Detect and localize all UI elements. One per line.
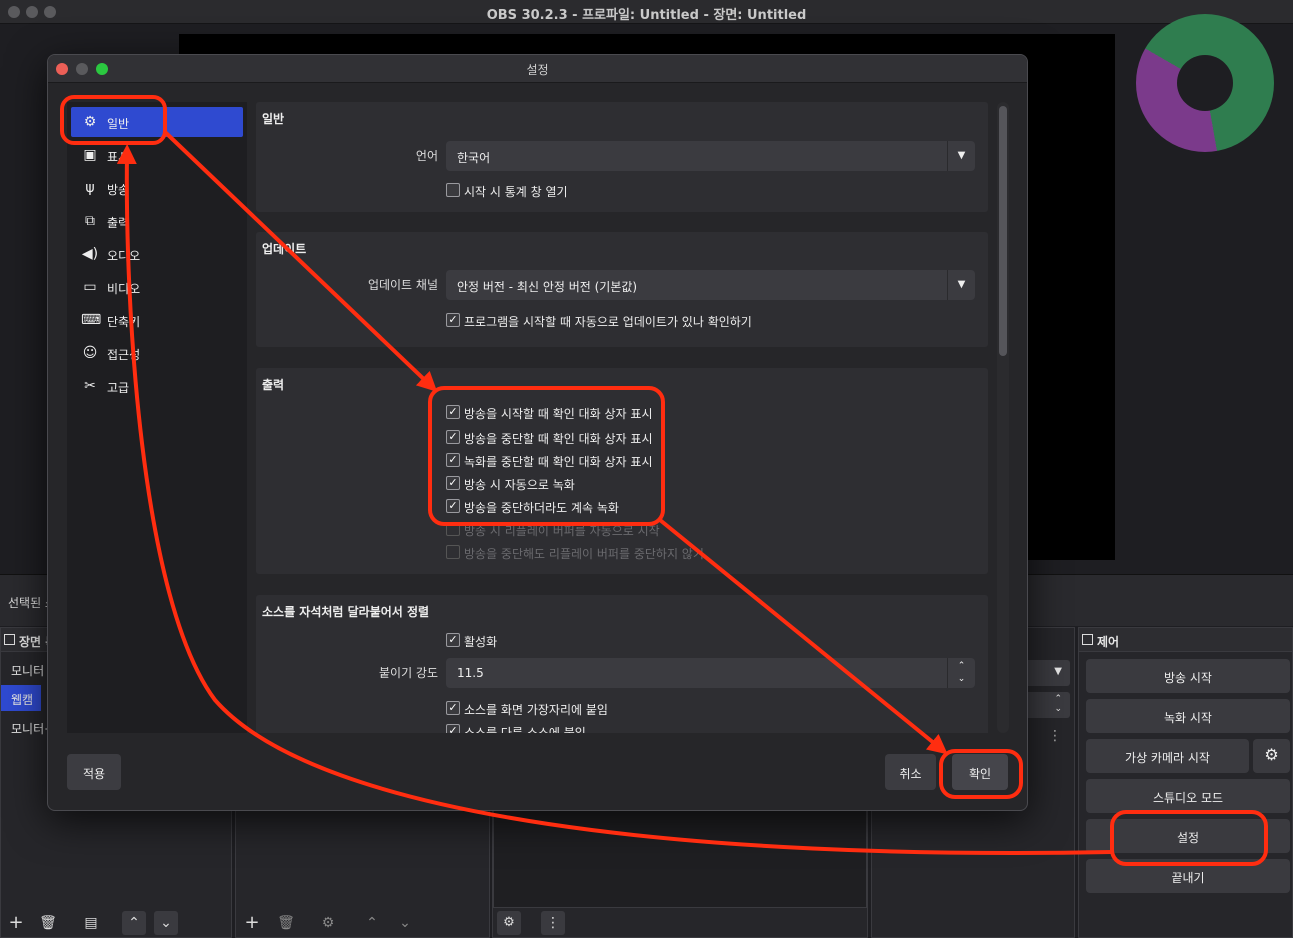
move-down-icon[interactable]: ⌄ (154, 911, 178, 935)
sidebar-item-output[interactable]: ⧉ 출력 (71, 206, 243, 236)
window-titlebar: OBS 30.2.3 - 프로파일: Untitled - 장면: Untitl… (0, 0, 1293, 24)
sidebar-item-display[interactable]: ▣ 표시 (71, 140, 243, 170)
accessibility-icon: ☺ (82, 345, 98, 361)
spinner-arrows-icon: ⌃ ⌄ (947, 658, 975, 688)
delete-scene-icon[interactable]: 🗑 (36, 911, 60, 935)
language-combo[interactable]: 한국어 ▼ (446, 141, 975, 171)
display-icon: ▣ (83, 147, 97, 163)
sidebar-item-general[interactable]: ⚙ 일반 (71, 107, 243, 137)
settings-sidebar: ⚙ 일반 ▣ 표시 ψ 방송 ⧉ 출력 ◀) 오디오 ▭ 비디오 ⌨ 단축키 ☺ 접근성 ✂ 고급 (67, 102, 247, 733)
general-heading: 일반 (262, 112, 285, 126)
output-heading: 출력 (262, 378, 285, 392)
exit-button[interactable]: 끝내기 (1086, 859, 1290, 893)
sidebar-item-audio[interactable]: ◀) 오디오 (71, 239, 243, 269)
update-channel-label: 업데이트 채널 (367, 278, 438, 292)
dock-icon (1082, 634, 1093, 645)
source-up-icon[interactable]: ⌃ (360, 911, 384, 935)
source-properties-icon[interactable]: ⚙ (316, 911, 340, 935)
filter-icon[interactable]: ▤ (79, 911, 103, 935)
sidebar-item-hotkeys[interactable]: ⌨ 단축키 (71, 305, 243, 335)
cancel-button[interactable]: 취소 (885, 754, 936, 790)
settings-button[interactable]: 설정 (1086, 819, 1290, 853)
window-title: OBS 30.2.3 - 프로파일: Untitled - 장면: Untitl… (486, 8, 807, 23)
apply-button[interactable]: 적용 (67, 754, 121, 790)
move-up-icon[interactable]: ⌃ (122, 911, 146, 935)
general-group: 일반 언어 한국어 ▼ 시작 시 통계 창 열기 (256, 102, 988, 212)
output-icon: ⧉ (85, 213, 95, 229)
mixer-settings-icon[interactable]: ⚙ (497, 911, 521, 935)
chevron-down-icon: ▼ (947, 270, 975, 300)
settings-scrollbar[interactable] (997, 102, 1009, 733)
sidebar-item-accessibility[interactable]: ☺ 접근성 (71, 338, 243, 368)
dock-icon (4, 634, 15, 645)
add-source-icon[interactable]: + (240, 911, 264, 935)
update-heading: 업데이트 (262, 242, 307, 256)
snap-strength-spinner[interactable]: 11.5 ⌃ ⌄ (446, 658, 975, 688)
speaker-icon: ◀) (81, 246, 99, 262)
language-label: 언어 (415, 149, 438, 163)
scene-item-selected[interactable]: 웹캠 (1, 685, 41, 711)
transition-menu-icon[interactable]: ⋮ (1048, 728, 1062, 744)
dialog-title: 설정 (526, 63, 549, 77)
virtual-camera-gear-icon[interactable]: ⚙ (1253, 739, 1290, 773)
controls-dock-header: 제어 (1079, 628, 1292, 652)
controls-dock: 제어 방송 시작 녹화 시작 가상 카메라 시작 ⚙ 스튜디오 모드 설정 끝내… (1078, 627, 1293, 938)
snapping-heading: 소스를 자석처럼 달라붙어서 정렬 (262, 605, 430, 619)
sidebar-item-advanced[interactable]: ✂ 고급 (71, 371, 243, 401)
sidebar-item-stream[interactable]: ψ 방송 (71, 173, 243, 203)
tools-icon: ✂ (84, 378, 96, 394)
ok-button[interactable]: 확인 (952, 754, 1008, 790)
monitor-icon: ▭ (83, 279, 97, 295)
add-scene-icon[interactable]: + (4, 911, 28, 935)
scrollbar-thumb[interactable] (999, 106, 1007, 356)
chevron-down-icon: ▼ (947, 141, 975, 171)
snap-strength-label: 붙이기 강도 (378, 666, 438, 680)
update-group: 업데이트 업데이트 채널 안정 버전 - 최신 안정 버전 (기본값) ▼ ✓ 프로… (256, 232, 988, 347)
output-group: 출력 ✓ 방송을 시작할 때 확인 대화 상자 표시 ✓ 방송을 중단할 때 확인 … (256, 368, 988, 574)
settings-content: 일반 언어 한국어 ▼ 시작 시 통계 창 열기 업데이트 업데이트 채널 안정 … (256, 102, 989, 733)
mixer-menu-icon[interactable]: ⋮ (541, 911, 565, 935)
delete-source-icon[interactable]: 🗑 (274, 911, 298, 935)
dialog-titlebar: 설정 (48, 55, 1027, 83)
start-virtual-camera-button[interactable]: 가상 카메라 시작 (1086, 739, 1249, 773)
gear-icon: ⚙ (83, 114, 97, 130)
start-streaming-button[interactable]: 방송 시작 (1086, 659, 1290, 693)
start-recording-button[interactable]: 녹화 시작 (1086, 699, 1290, 733)
antenna-icon: ψ (85, 180, 95, 196)
keyboard-icon: ⌨ (81, 312, 102, 328)
source-down-icon[interactable]: ⌄ (393, 911, 417, 935)
obs-logo (1136, 14, 1274, 152)
update-channel-combo[interactable]: 안정 버전 - 최신 안정 버전 (기본값) ▼ (446, 270, 975, 300)
snapping-group: 소스를 자석처럼 달라붙어서 정렬 ✓ 활성화 붙이기 강도 11.5 ⌃ ⌄ ✓ 소스… (256, 595, 988, 733)
sidebar-item-video[interactable]: ▭ 비디오 (71, 272, 243, 302)
studio-mode-button[interactable]: 스튜디오 모드 (1086, 779, 1290, 813)
settings-dialog: 설정 ⚙ 일반 ▣ 표시 ψ 방송 ⧉ 출력 ◀) 오디오 ▭ 비디오 ⌨ 단축키 ☺ 접근성 … (47, 54, 1028, 811)
